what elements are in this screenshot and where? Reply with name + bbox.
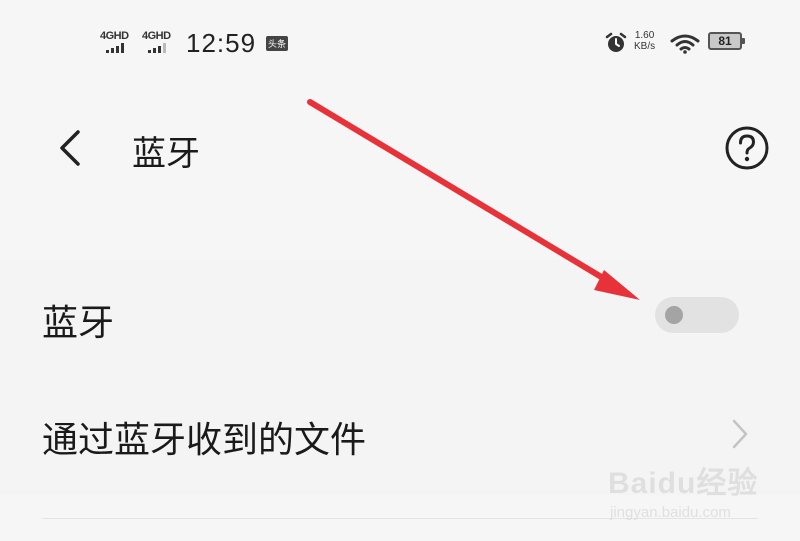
battery-level: 81 <box>718 34 732 48</box>
toggle-knob <box>665 306 683 324</box>
alarm-icon <box>605 32 627 52</box>
help-circle-icon[interactable] <box>724 125 770 171</box>
page-title: 蓝牙 <box>132 134 200 174</box>
signal-2: 4GHD <box>142 30 171 53</box>
app-notification-badge: 头条 <box>266 36 289 51</box>
signal-icon <box>148 43 171 53</box>
clock-time: 12:59 <box>186 28 257 58</box>
network-speed: 1.60 KB/s <box>634 30 655 52</box>
wifi-icon <box>670 34 700 54</box>
battery-icon: 81 <box>708 32 745 50</box>
status-bar: 4GHD 4GHD 12:59 头条 1.60 KB/s 81 <box>0 0 800 90</box>
received-files-label: 通过蓝牙收到的文件 <box>42 420 367 461</box>
divider <box>42 518 758 519</box>
signal-icon <box>106 43 129 53</box>
network-speed-unit: KB/s <box>634 41 656 52</box>
signal-1: 4GHD <box>100 30 129 53</box>
settings-row-bluetooth[interactable]: 蓝牙 <box>0 260 800 375</box>
settings-row-received-files[interactable]: 通过蓝牙收到的文件 <box>0 375 800 495</box>
network-type-1: 4GHD <box>100 30 129 42</box>
chevron-right-icon <box>732 419 748 449</box>
page-header: 蓝牙 <box>0 100 800 210</box>
bluetooth-label: 蓝牙 <box>42 303 115 344</box>
network-type-2: 4GHD <box>142 30 171 42</box>
bluetooth-toggle[interactable] <box>655 297 739 333</box>
network-speed-value: 1.60 <box>634 30 655 41</box>
chevron-left-icon[interactable] <box>52 126 88 170</box>
